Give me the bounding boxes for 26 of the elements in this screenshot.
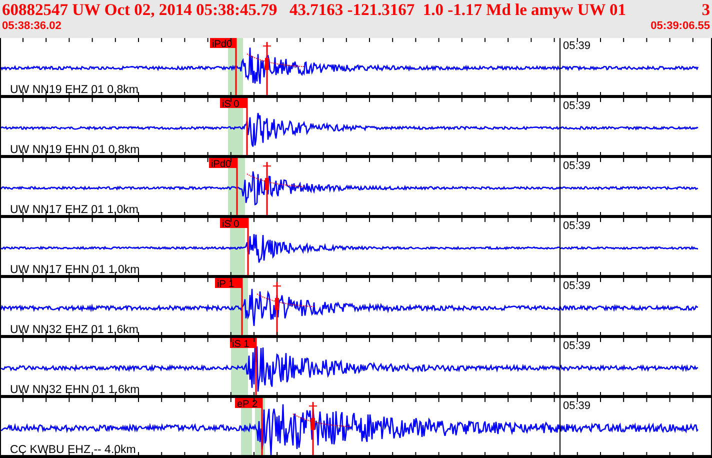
amplitude-marker [262, 42, 272, 95]
channel-label: UW NN17 EHZ 01 1.0km [10, 204, 138, 216]
minute-label: 05:39 [563, 100, 591, 112]
amplitude-marker [308, 402, 318, 455]
channel-label: UW NN19 EHN 01 0.8km [10, 144, 140, 156]
channel-label: UW NN32 EHZ 01 1.6km [10, 324, 138, 336]
amplitude-marker [262, 162, 272, 215]
channel-label: UW NN17 EHN 01 1.0km [10, 264, 140, 276]
coda-decay-curve [246, 54, 306, 68]
minute-label: 05:39 [563, 400, 591, 412]
channel-label: UW NN32 EHN 01 1.6km [10, 384, 140, 396]
minute-label: 05:39 [563, 40, 591, 52]
end-time: 05:39:06.55 [650, 19, 710, 33]
coda-decay-curve [256, 294, 316, 308]
channel-label: UW NN19 EHZ 01 0.8km [10, 84, 138, 96]
amplitude-marker [272, 282, 282, 335]
event-count: 3 [702, 0, 710, 19]
minute-label: 05:39 [563, 340, 591, 352]
coda-decay-curve [246, 174, 306, 188]
start-time: 05:38:36.02 [2, 19, 62, 33]
event-title: 60882547 UW Oct 02, 2014 05:38:45.79 43.7163 -121.3167 1.0 -1.17 Md le amyw UW 01 [2, 0, 626, 19]
channel-label: CC KWBU EHZ -- 4.0km [10, 444, 136, 456]
minute-label: 05:39 [563, 160, 591, 172]
minute-label: 05:39 [563, 280, 591, 292]
coda-decay-curve [292, 414, 352, 428]
minute-label: 05:39 [563, 220, 591, 232]
